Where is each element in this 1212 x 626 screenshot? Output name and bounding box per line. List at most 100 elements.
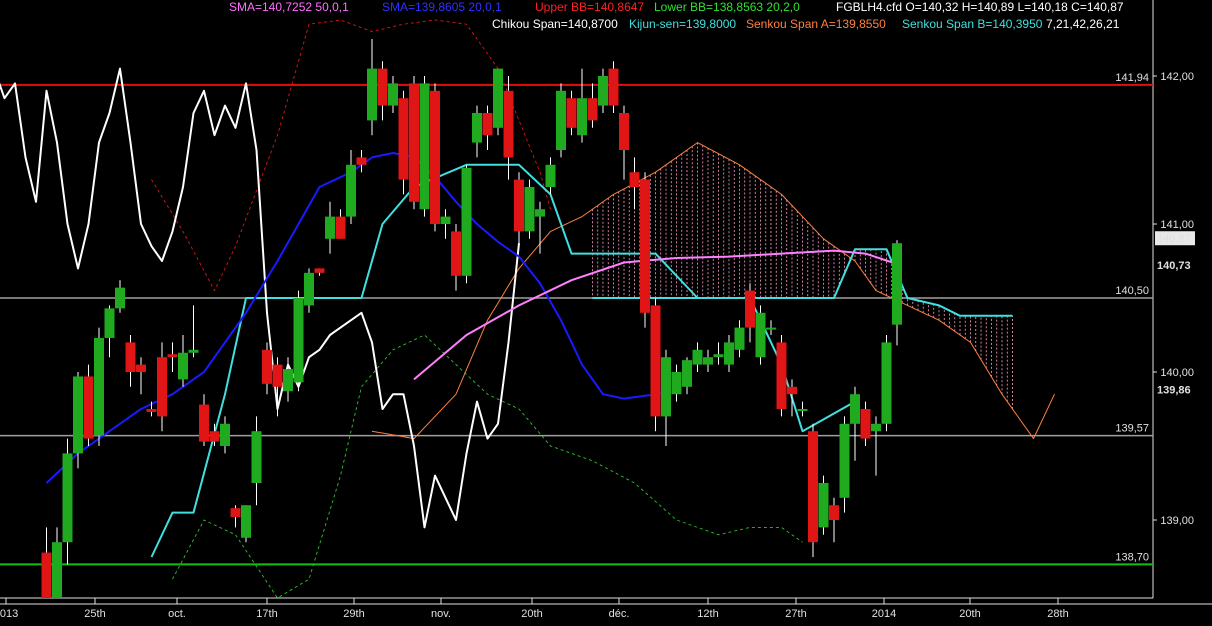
candle-body xyxy=(829,505,839,520)
candle-body xyxy=(304,272,314,306)
price-chart[interactable]: 141,94 140,50 139,57 138,70 142,00 141,00 140… xyxy=(0,0,1212,626)
candle-body xyxy=(692,349,703,365)
candle-body xyxy=(356,157,367,165)
legend-upper-bb: Upper BB=140,8647 xyxy=(535,0,644,14)
candle-body xyxy=(671,372,682,395)
candle-body xyxy=(755,312,766,358)
candle-body xyxy=(73,376,83,454)
candle-body xyxy=(419,83,430,210)
legend-lower-bb: Lower BB=138,8563 20,2,0 xyxy=(654,0,800,14)
candle-body xyxy=(850,394,860,424)
candle-body xyxy=(325,216,335,239)
x-tick-label: nov. xyxy=(431,608,451,620)
legend-chikou: Chikou Span=140,8700 xyxy=(492,17,618,31)
candle-body xyxy=(335,216,346,239)
legend-ichimoku-params: 7,21,42,26,21 xyxy=(1046,17,1120,31)
y-tick-label: 139,00 xyxy=(1160,515,1194,527)
candle-body xyxy=(650,305,661,417)
y-tick-label: 141,00 xyxy=(1160,219,1194,231)
price-tag-close: 140,87 xyxy=(1157,233,1191,245)
x-tick-label: 29th xyxy=(343,608,364,620)
candle-body xyxy=(545,164,556,187)
candle-body xyxy=(104,308,115,338)
x-tick-label: 25th xyxy=(84,608,105,620)
candle-body xyxy=(577,98,587,136)
candle-body xyxy=(640,179,650,313)
candle-body xyxy=(608,68,619,106)
candle-body xyxy=(503,90,514,158)
candle-body xyxy=(83,376,94,439)
legend-sma50: SMA=140,7252 50,0,1 xyxy=(229,0,349,14)
candle-body xyxy=(251,431,262,483)
legend-senkou-b: Senkou Span B=140,3950 xyxy=(902,17,1043,31)
candle-body xyxy=(892,243,902,325)
candle-body xyxy=(220,423,230,446)
candle-body xyxy=(272,364,283,387)
x-tick-label: 2014 xyxy=(872,608,896,620)
candle-body xyxy=(839,423,850,498)
kijun-sen-line xyxy=(150,163,856,558)
candle-body xyxy=(514,179,524,232)
candle-body xyxy=(629,172,640,187)
candle-body xyxy=(346,164,356,217)
candle-body xyxy=(451,231,461,276)
candle-body xyxy=(556,90,566,150)
candle-body xyxy=(178,352,188,380)
legend-header: SMA=140,7252 50,0,1 SMA=139,8605 20,0,1 … xyxy=(229,0,1124,31)
x-tick-label: 17th xyxy=(256,608,277,620)
candle-body xyxy=(241,505,251,538)
candle-body xyxy=(745,290,755,328)
candle-body xyxy=(766,327,776,330)
x-tick-label: 20th xyxy=(521,608,542,620)
candle-body xyxy=(661,357,671,417)
candle-body xyxy=(209,431,220,442)
candle-body xyxy=(881,342,892,424)
candle-body xyxy=(377,68,388,106)
level-lines: 141,94 140,50 139,57 138,70 xyxy=(0,72,1153,566)
candle-body xyxy=(797,409,808,411)
candle-body xyxy=(703,357,713,365)
legend-kijun: Kijun-sen=139,8000 xyxy=(629,17,736,31)
candle-body xyxy=(199,404,209,442)
legend-ohlc: FGBLH4.cfd O=140,32 H=140,89 L=140,18 C=… xyxy=(836,0,1124,14)
candle-body xyxy=(818,483,829,528)
price-tag-sma20: 139,86 xyxy=(1157,385,1191,397)
candle-body xyxy=(388,83,398,106)
candle-body xyxy=(367,68,377,121)
candle-body xyxy=(115,287,125,309)
x-tick-label: 20th xyxy=(959,608,980,620)
candle-body xyxy=(493,68,503,128)
candle-body xyxy=(262,349,272,384)
price-tag-sma50: 140,73 xyxy=(1157,260,1191,272)
candle-body xyxy=(598,76,608,106)
x-tick-label: déc. xyxy=(609,608,630,620)
candle-body xyxy=(409,83,419,202)
x-tick-label: 12th xyxy=(697,608,718,620)
y-tick-label: 142,00 xyxy=(1160,71,1194,83)
candle-body xyxy=(776,342,787,409)
candle-body xyxy=(482,113,493,136)
y-axis: 142,00 141,00 140,00 139,00 xyxy=(1153,71,1194,527)
candle-body xyxy=(713,354,724,358)
candle-body xyxy=(440,216,451,224)
candle-body xyxy=(230,508,241,518)
candle-body xyxy=(472,113,482,143)
x-tick-label: oct. xyxy=(168,608,186,620)
candle-body xyxy=(535,209,545,217)
y-tick-label: 140,00 xyxy=(1160,367,1194,379)
candle-body xyxy=(62,453,73,543)
candle-body xyxy=(136,364,146,372)
candle-body xyxy=(461,167,472,276)
candles xyxy=(41,39,902,598)
candle-body xyxy=(430,90,440,224)
candle-body xyxy=(125,342,136,372)
candle-body xyxy=(860,409,871,439)
candle-body xyxy=(52,542,62,598)
legend-sma20: SMA=139,8605 20,0,1 xyxy=(382,0,502,14)
candle-body xyxy=(314,268,325,273)
level-label-resistance: 141,94 xyxy=(1115,72,1149,84)
candle-body xyxy=(787,386,797,395)
candle-body xyxy=(619,113,629,150)
candle-body xyxy=(146,409,157,412)
candle-body xyxy=(587,98,598,121)
